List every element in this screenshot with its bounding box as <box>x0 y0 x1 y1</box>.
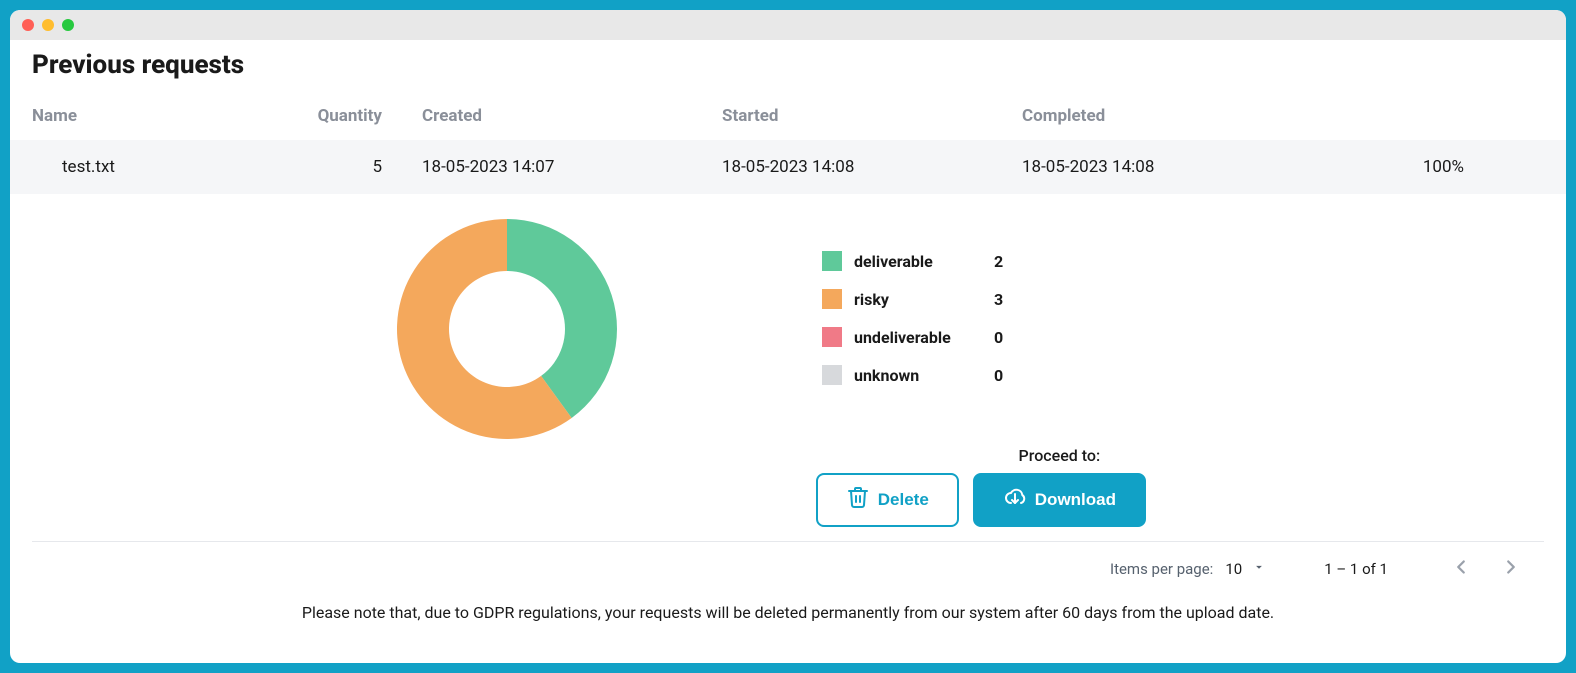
requests-table: Name Quantity Created Started Completed … <box>10 92 1566 194</box>
chevron-left-icon <box>1450 566 1472 581</box>
col-completed: Completed <box>1022 106 1322 126</box>
window-minimize-icon[interactable] <box>42 19 54 31</box>
chevron-right-icon <box>1500 566 1522 581</box>
legend-swatch <box>822 365 842 385</box>
col-created: Created <box>422 106 722 126</box>
col-started: Started <box>722 106 1022 126</box>
download-button-label: Download <box>1035 490 1116 510</box>
next-page-button[interactable] <box>1496 552 1526 585</box>
legend-value: 0 <box>994 366 1024 385</box>
cell-started: 18-05-2023 14:08 <box>722 157 1022 177</box>
legend-label: deliverable <box>854 252 984 271</box>
chevron-down-icon <box>1252 560 1266 578</box>
chart-legend: deliverable 2 risky 3 undeliverable 0 unknown 0 <box>822 242 1024 444</box>
window-maximize-icon[interactable] <box>62 19 74 31</box>
legend-item: risky 3 <box>822 280 1024 318</box>
cell-completed: 18-05-2023 14:08 <box>1022 157 1322 177</box>
items-per-page-value: 10 <box>1225 560 1242 578</box>
legend-item: undeliverable 0 <box>822 318 1024 356</box>
legend-swatch <box>822 327 842 347</box>
delete-button[interactable]: Delete <box>816 473 959 527</box>
legend-value: 3 <box>994 290 1024 309</box>
app-window: Previous requests Name Quantity Created … <box>10 10 1566 663</box>
legend-item: deliverable 2 <box>822 242 1024 280</box>
items-per-page-label: Items per page: <box>1110 560 1213 578</box>
legend-item: unknown 0 <box>822 356 1024 394</box>
gdpr-footnote: Please note that, due to GDPR regulation… <box>10 589 1566 630</box>
cell-created: 18-05-2023 14:07 <box>422 157 722 177</box>
legend-label: risky <box>854 290 984 309</box>
window-close-icon[interactable] <box>22 19 34 31</box>
legend-value: 2 <box>994 252 1024 271</box>
legend-label: unknown <box>854 366 984 385</box>
cell-quantity: 5 <box>262 157 422 177</box>
col-name: Name <box>32 106 262 126</box>
page-title: Previous requests <box>10 50 1566 92</box>
proceed-label: Proceed to: <box>1019 446 1101 465</box>
row-details: deliverable 2 risky 3 undeliverable 0 unknown 0 <box>10 194 1566 444</box>
table-header-row: Name Quantity Created Started Completed <box>10 92 1566 140</box>
legend-swatch <box>822 251 842 271</box>
col-quantity: Quantity <box>262 106 422 126</box>
donut-chart <box>392 214 622 444</box>
legend-value: 0 <box>994 328 1024 347</box>
content-area: Previous requests Name Quantity Created … <box>10 40 1566 663</box>
pagination-bar: Items per page: 10 1 – 1 of 1 <box>10 542 1566 589</box>
actions-row: Delete Proceed to: Download <box>10 444 1566 537</box>
page-range: 1 – 1 of 1 <box>1324 560 1388 578</box>
delete-button-label: Delete <box>878 490 929 510</box>
cloud-download-icon <box>1003 486 1027 515</box>
legend-label: undeliverable <box>854 328 984 347</box>
cell-name: test.txt <box>32 157 262 177</box>
trash-icon <box>846 485 870 514</box>
items-per-page: Items per page: 10 <box>1110 560 1266 578</box>
legend-swatch <box>822 289 842 309</box>
items-per-page-select[interactable]: 10 <box>1225 560 1266 578</box>
cell-percent: 100% <box>1322 157 1544 177</box>
prev-page-button[interactable] <box>1446 552 1476 585</box>
table-row[interactable]: test.txt 5 18-05-2023 14:07 18-05-2023 1… <box>10 140 1566 194</box>
download-button[interactable]: Download <box>973 473 1146 527</box>
window-titlebar <box>10 10 1566 40</box>
